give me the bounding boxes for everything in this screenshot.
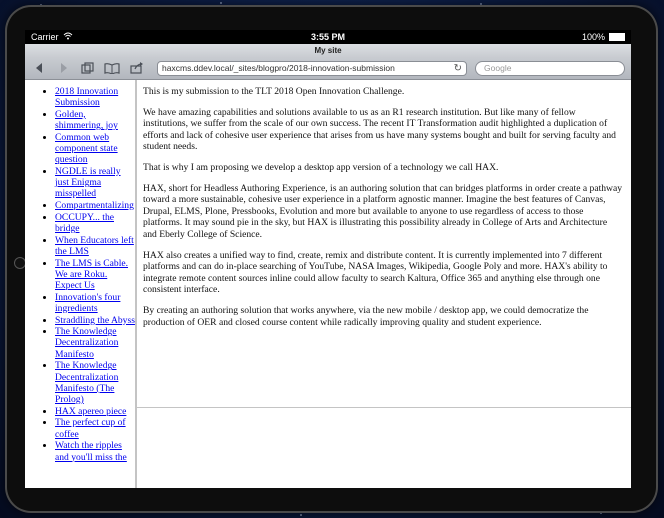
sidebar-post-link[interactable]: OCCUPY... the bridge <box>55 212 114 234</box>
reload-icon[interactable]: ↻ <box>454 63 462 74</box>
sidebar-post-link[interactable]: Watch the ripples and you'll miss the <box>55 440 127 462</box>
sidebar-post-link[interactable]: HAX apereo piece <box>55 406 126 417</box>
sidebar-list-item: The LMS is Cable. We are Roku. Expect Us <box>55 258 135 292</box>
sidebar-list-item: HAX apereo piece <box>55 406 135 417</box>
sidebar-post-link[interactable]: Innovation's four ingredients <box>55 292 120 314</box>
sidebar-list-item: Common web component state question <box>55 132 135 166</box>
share-icon[interactable] <box>129 60 145 76</box>
wifi-icon <box>63 32 73 42</box>
sidebar-list-item: OCCUPY... the bridge <box>55 212 135 234</box>
sidebar-list-item: The Knowledge Decentralization Manifesto <box>55 326 135 360</box>
bookmarks-icon[interactable] <box>104 60 121 76</box>
background-star <box>300 514 302 516</box>
device-screen: Carrier 3:55 PM 100% My site haxcms.ddev… <box>25 30 631 488</box>
article-body: This is my submission to the TLT 2018 Op… <box>137 80 631 408</box>
sidebar-list-item: When Educators left the LMS <box>55 235 135 257</box>
sidebar-list-item: Compartmentalizing <box>55 200 135 211</box>
carrier-label: Carrier <box>31 32 59 42</box>
post-sidebar: 2018 Innovation SubmissionGolden, shimme… <box>25 80 137 488</box>
status-bar: Carrier 3:55 PM 100% <box>25 30 631 44</box>
sidebar-list-item: Innovation's four ingredients <box>55 292 135 314</box>
sidebar-post-link[interactable]: Compartmentalizing <box>55 200 134 211</box>
sidebar-post-link[interactable]: Straddling the Abyss <box>55 315 135 326</box>
background-star <box>220 2 222 4</box>
sidebar-list-item: NGDLE is really just Enigma misspelled <box>55 166 135 200</box>
sidebar-post-link[interactable]: The Knowledge Decentralization Manifesto <box>55 326 118 359</box>
sidebar-post-link[interactable]: 2018 Innovation Submission <box>55 86 118 108</box>
article-paragraph: HAX also creates a unified way to find, … <box>143 249 608 296</box>
sidebar-list-item: Golden, shimmering, joy <box>55 109 135 131</box>
post-list: 2018 Innovation SubmissionGolden, shimme… <box>25 86 135 463</box>
sidebar-post-link[interactable]: The Knowledge Decentralization Manifesto… <box>55 360 118 405</box>
browser-toolbar: haxcms.ddev.local/_sites/blogpro/2018-in… <box>25 57 631 80</box>
address-bar[interactable]: haxcms.ddev.local/_sites/blogpro/2018-in… <box>157 60 468 76</box>
article-paragraph: By creating an authoring solution that w… <box>143 304 589 328</box>
sidebar-list-item: 2018 Innovation Submission <box>55 86 135 108</box>
article-paragraph: HAX, short for Headless Authoring Experi… <box>143 182 623 240</box>
sidebar-post-link[interactable]: NGDLE is really just Enigma misspelled <box>55 166 121 199</box>
status-time: 3:55 PM <box>310 32 345 42</box>
sidebar-post-link[interactable]: The perfect cup of coffee <box>55 417 126 439</box>
battery-icon <box>609 33 625 41</box>
sidebar-post-link[interactable]: When Educators left the LMS <box>55 235 134 257</box>
article-paragraph: That is why I am proposing we develop a … <box>143 161 499 173</box>
search-input[interactable]: Google <box>475 60 626 76</box>
sidebar-post-link[interactable]: The LMS is Cable. We are Roku. Expect Us <box>55 258 128 291</box>
sidebar-list-item: Watch the ripples and you'll miss the <box>55 440 135 462</box>
article-paragraph: This is my submission to the TLT 2018 Op… <box>143 86 405 97</box>
url-text: haxcms.ddev.local/_sites/blogpro/2018-in… <box>162 63 395 73</box>
forward-arrow-icon[interactable] <box>55 60 71 76</box>
page-title: My site <box>25 44 631 57</box>
page-content: 2018 Innovation SubmissionGolden, shimme… <box>25 80 631 488</box>
sidebar-list-item: Straddling the Abyss <box>55 315 135 326</box>
article-paragraph: We have amazing capabilities and solutio… <box>143 106 616 153</box>
tabs-icon[interactable] <box>80 60 96 76</box>
battery-percent: 100% <box>581 32 605 42</box>
sidebar-post-link[interactable]: Golden, shimmering, joy <box>55 109 118 131</box>
sidebar-post-link[interactable]: Common web component state question <box>55 132 118 165</box>
sidebar-list-item: The Knowledge Decentralization Manifesto… <box>55 360 135 405</box>
sidebar-list-item: The perfect cup of coffee <box>55 417 135 439</box>
back-arrow-icon[interactable] <box>31 60 47 76</box>
